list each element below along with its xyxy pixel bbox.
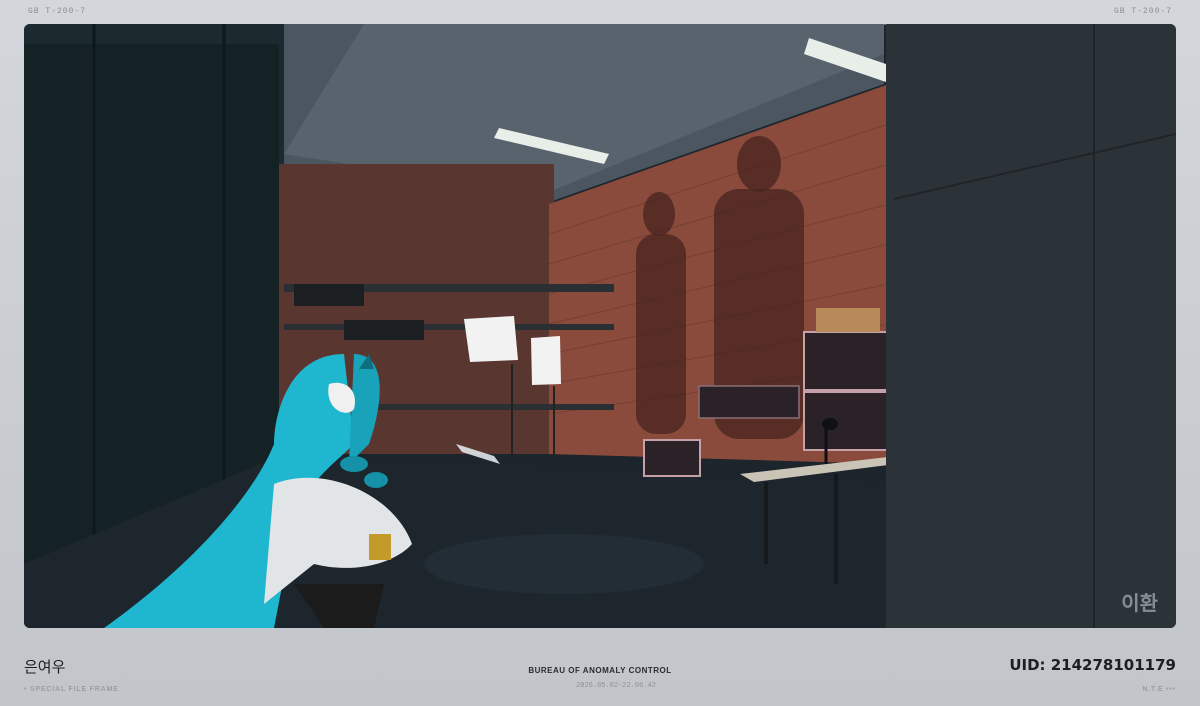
- capture-timestamp: 2026.05.02-22.06.42: [576, 682, 656, 690]
- concrete-pillar: [886, 24, 1176, 628]
- cardboard-box: [816, 308, 880, 332]
- info-bar: 은여우 BUREAU OF ANOMALY CONTROL 2026.05.02…: [0, 628, 1200, 706]
- shadow-figure-2: [737, 136, 781, 192]
- frame-caption-right: N.T.E •••: [1142, 686, 1176, 693]
- frame-code-right: GB T-200-7: [1113, 7, 1172, 16]
- flight-case-2: [803, 391, 895, 451]
- game-screenshot: 이환: [24, 24, 1176, 628]
- softbox-light-2: [531, 336, 561, 385]
- jacket-emblem: [369, 534, 391, 560]
- player-uid: UID: 214278101179: [1009, 656, 1176, 674]
- flight-case-1: [803, 331, 895, 391]
- frame-caption-left: • SPECIAL FILE FRAME: [24, 686, 119, 693]
- shadow-figure-1: [643, 192, 675, 236]
- warehouse-scene: [24, 24, 1176, 628]
- photo-frame: GB T-200-7 GB T-200-7 이환 은여우 BUREAU OF A…: [0, 0, 1200, 706]
- frame-code-left: GB T-200-7: [28, 7, 87, 16]
- softbox-light-1: [464, 316, 518, 362]
- watermark-logo: 이환: [1121, 591, 1158, 615]
